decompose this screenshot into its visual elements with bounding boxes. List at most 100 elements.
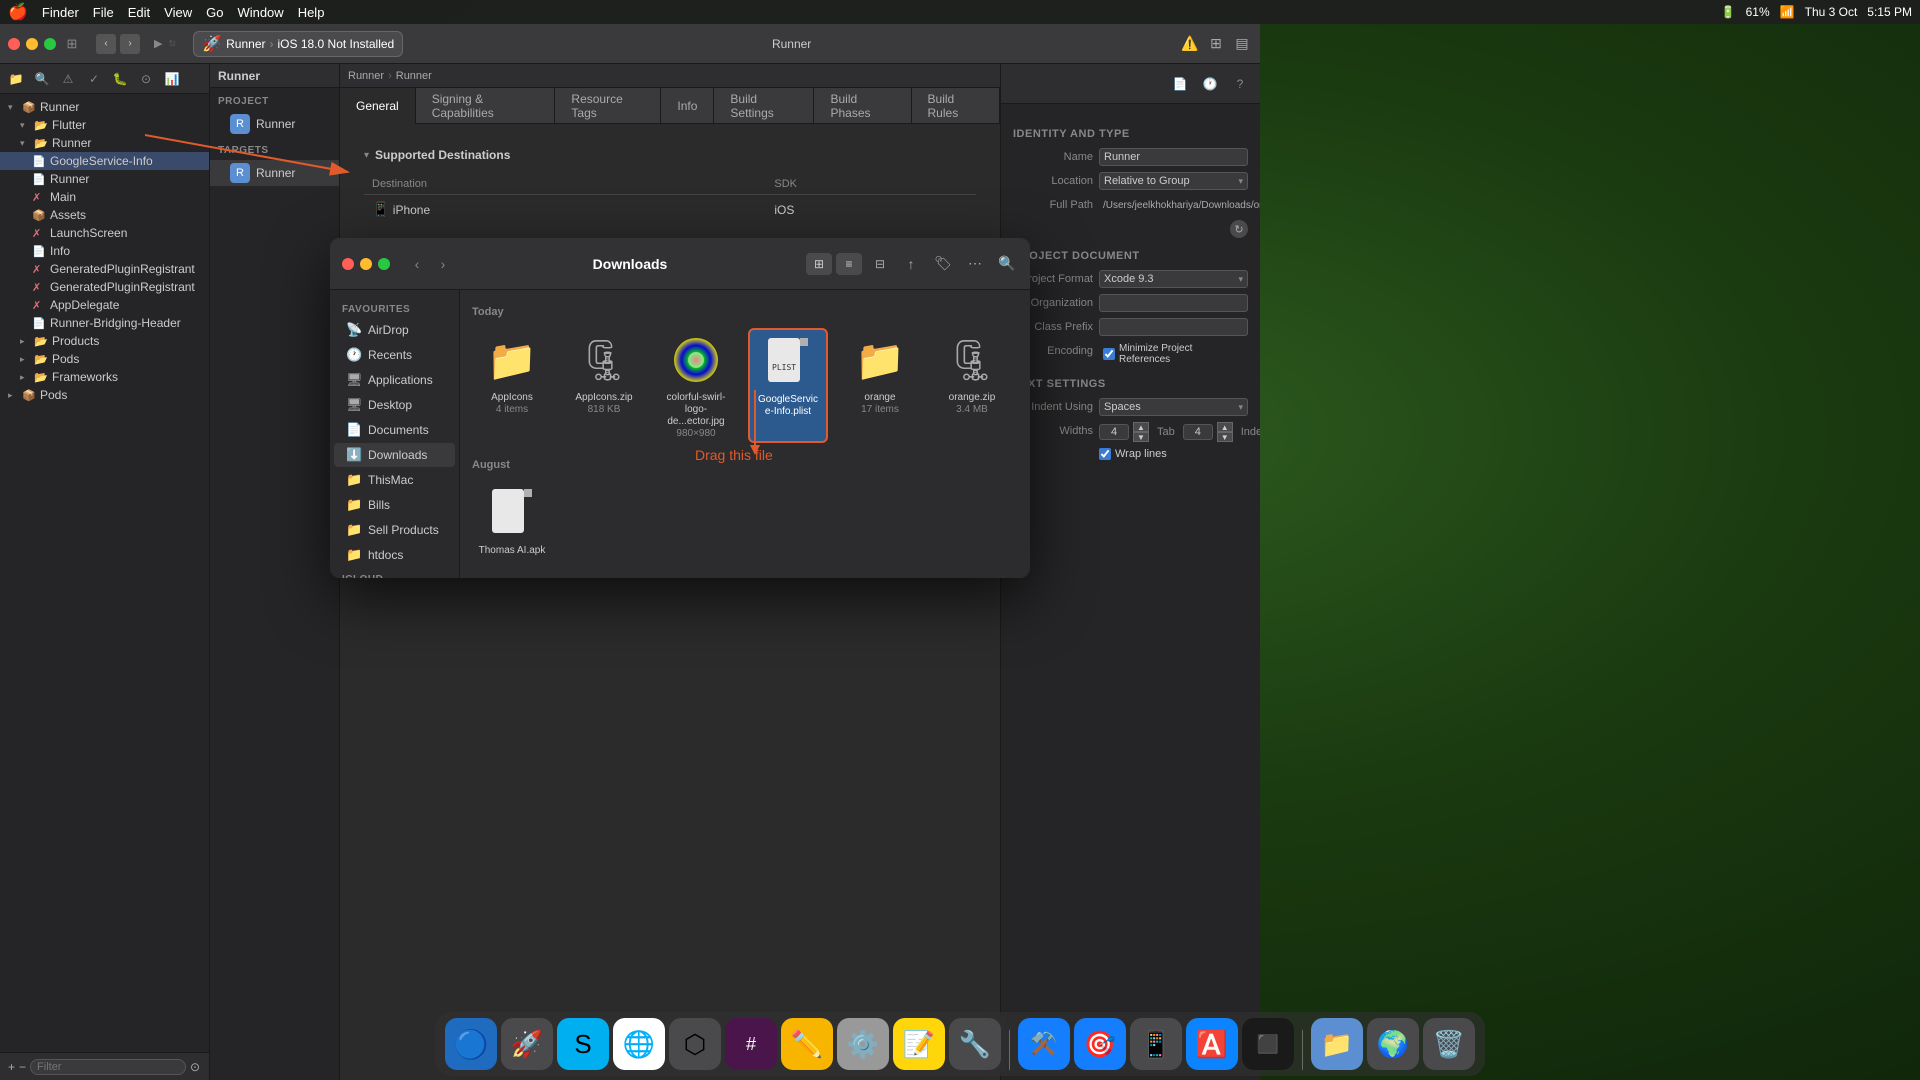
refresh-path-button[interactable]: ↻ bbox=[1230, 220, 1248, 238]
finder-fullscreen-button[interactable] bbox=[378, 258, 390, 270]
sidebar-item-htdocs[interactable]: 📁 htdocs bbox=[334, 543, 455, 567]
nav-debug-icon[interactable]: 🐛 bbox=[108, 67, 132, 91]
tab-info[interactable]: Info bbox=[661, 88, 714, 124]
indent-width-input[interactable]: 4 bbox=[1183, 424, 1213, 440]
inspector-format-dropdown[interactable]: Xcode 9.3 ▾ bbox=[1099, 270, 1248, 288]
fullscreen-button[interactable] bbox=[44, 38, 56, 50]
dock-slack[interactable]: # bbox=[725, 1018, 777, 1070]
dock-finder[interactable]: 🔵 bbox=[445, 1018, 497, 1070]
sidebar-item-thismac[interactable]: 📁 ThisMac bbox=[334, 468, 455, 492]
encoding-checkbox[interactable] bbox=[1103, 348, 1115, 360]
sidebar-item-sell-products[interactable]: 📁 Sell Products bbox=[334, 518, 455, 542]
dock-instruments[interactable]: 🎯 bbox=[1074, 1018, 1126, 1070]
file-thomas-apk[interactable]: Thomas AI.apk bbox=[472, 481, 552, 561]
dock-translate[interactable]: 🌍 bbox=[1367, 1018, 1419, 1070]
tree-products[interactable]: ▸ 📂 Products bbox=[0, 332, 209, 350]
file-googleservice[interactable]: PLIST GoogleService-Info.plist bbox=[748, 328, 828, 443]
tree-frameworks[interactable]: ▸ 📂 Frameworks bbox=[0, 368, 209, 386]
breadcrumb-runner[interactable]: Runner bbox=[348, 70, 384, 82]
dock-finder2[interactable]: 📁 bbox=[1311, 1018, 1363, 1070]
finder-search-button[interactable]: 🔍 bbox=[996, 253, 1018, 275]
scheme-selector[interactable]: 🚀 Runner › iOS 18.0 Not Installed bbox=[193, 31, 403, 57]
tree-pods[interactable]: ▸ 📂 Pods bbox=[0, 350, 209, 368]
remove-item-button[interactable]: − bbox=[19, 1057, 26, 1077]
tree-assets[interactable]: 📦 Assets bbox=[0, 206, 209, 224]
tab-width-input[interactable]: 4 bbox=[1099, 424, 1129, 440]
inspector-indent-using-dropdown[interactable]: Spaces ▾ bbox=[1099, 398, 1248, 416]
menu-view[interactable]: View bbox=[164, 5, 192, 20]
menu-help[interactable]: Help bbox=[298, 5, 325, 20]
dock-terminal[interactable]: ⬛ bbox=[1242, 1018, 1294, 1070]
tree-pods-root[interactable]: ▸ 📦 Pods bbox=[0, 386, 209, 404]
finder-close-button[interactable] bbox=[342, 258, 354, 270]
inspector-location-dropdown[interactable]: Relative to Group ▾ bbox=[1099, 172, 1248, 190]
close-button[interactable] bbox=[8, 38, 20, 50]
sidebar-item-bills[interactable]: 📁 Bills bbox=[334, 493, 455, 517]
wrap-lines-checkbox[interactable] bbox=[1099, 448, 1111, 460]
inspector-quick-help-icon[interactable]: ? bbox=[1228, 72, 1252, 96]
file-appicons-zip[interactable]: 🗜 AppIcons.zip 818 KB bbox=[564, 328, 644, 443]
add-item-button[interactable]: + bbox=[8, 1057, 15, 1077]
dock-trash[interactable]: 🗑️ bbox=[1423, 1018, 1475, 1070]
file-orange-zip[interactable]: 🗜 orange.zip 3.4 MB bbox=[932, 328, 1012, 443]
breadcrumb-runner2[interactable]: Runner bbox=[396, 70, 432, 82]
nav-reports-icon[interactable]: 📊 bbox=[160, 67, 184, 91]
tab-build-phases[interactable]: Build Phases bbox=[814, 88, 911, 124]
filter-input[interactable] bbox=[30, 1059, 186, 1075]
finder-minimize-button[interactable] bbox=[360, 258, 372, 270]
finder-forward-button[interactable]: › bbox=[432, 253, 454, 275]
nav-issues-icon[interactable]: ⚠ bbox=[56, 67, 80, 91]
filter-options-icon[interactable]: ⊙ bbox=[190, 1057, 200, 1077]
target-runner-item[interactable]: R Runner bbox=[210, 160, 339, 186]
tree-flutter[interactable]: ▾ 📂 Flutter bbox=[0, 116, 209, 134]
sidebar-item-downloads[interactable]: ⬇️ Downloads bbox=[334, 443, 455, 467]
inspector-name-value[interactable]: Runner bbox=[1099, 148, 1248, 166]
dock-utilities[interactable]: 🔧 bbox=[949, 1018, 1001, 1070]
nav-tests-icon[interactable]: ✓ bbox=[82, 67, 106, 91]
tag-button[interactable]: 🏷 bbox=[930, 253, 956, 275]
forward-button[interactable]: › bbox=[120, 34, 140, 54]
list-view-button[interactable]: ≡ bbox=[836, 253, 862, 275]
table-row[interactable]: 📱 iPhone iOS bbox=[364, 195, 976, 225]
dock-xcode[interactable]: ⚒️ bbox=[1018, 1018, 1070, 1070]
inspector-file-icon[interactable]: 📄 bbox=[1168, 72, 1192, 96]
indent-decrement-button[interactable]: ▼ bbox=[1217, 432, 1233, 442]
dock-sketch[interactable]: ✏️ bbox=[781, 1018, 833, 1070]
finder-back-button[interactable]: ‹ bbox=[406, 253, 428, 275]
dock-framer[interactable]: ⬡ bbox=[669, 1018, 721, 1070]
sidebar-item-desktop[interactable]: 🖥 Desktop bbox=[334, 393, 455, 417]
dock-notes[interactable]: 📝 bbox=[893, 1018, 945, 1070]
menu-edit[interactable]: Edit bbox=[128, 5, 150, 20]
dock-launchpad[interactable]: 🚀 bbox=[501, 1018, 553, 1070]
sidebar-item-applications[interactable]: 🖥 Applications bbox=[334, 368, 455, 392]
file-orange[interactable]: 📁 orange 17 items bbox=[840, 328, 920, 443]
menu-window[interactable]: Window bbox=[237, 5, 283, 20]
nav-breakpoints-icon[interactable]: ⊙ bbox=[134, 67, 158, 91]
tab-build-settings[interactable]: Build Settings bbox=[714, 88, 814, 124]
dock-simulator[interactable]: 📱 bbox=[1130, 1018, 1182, 1070]
file-swirl[interactable]: colorful-swirl-logo-de...ector.jpg 980×9… bbox=[656, 328, 736, 443]
sidebar-item-recents[interactable]: 🕐 Recents bbox=[334, 343, 455, 367]
more-options-button[interactable]: ⋯ bbox=[962, 253, 988, 275]
icon-view-button[interactable]: ⊞ bbox=[806, 253, 832, 275]
sidebar-item-airdrop[interactable]: 📡 AirDrop bbox=[334, 318, 455, 342]
tree-main[interactable]: ✗ Main bbox=[0, 188, 209, 206]
minimize-button[interactable] bbox=[26, 38, 38, 50]
menu-go[interactable]: Go bbox=[206, 5, 223, 20]
file-appicons[interactable]: 📁 AppIcons 4 items bbox=[472, 328, 552, 443]
sidebar-toggle-icon[interactable]: ⊞ bbox=[62, 34, 82, 54]
project-runner-item[interactable]: R Runner bbox=[210, 111, 339, 137]
back-button[interactable]: ‹ bbox=[96, 34, 116, 54]
tree-launchscreen[interactable]: ✗ LaunchScreen bbox=[0, 224, 209, 242]
tab-signing[interactable]: Signing & Capabilities bbox=[416, 88, 556, 124]
inspector-toggle-icon[interactable]: ▤ bbox=[1232, 34, 1252, 54]
inspector-org-value[interactable] bbox=[1099, 294, 1248, 312]
dock-skype[interactable]: S bbox=[557, 1018, 609, 1070]
indent-increment-button[interactable]: ▲ bbox=[1217, 422, 1233, 432]
view-options-button[interactable]: ⊟ bbox=[870, 254, 890, 274]
menu-file[interactable]: File bbox=[93, 5, 114, 20]
run-stop-btn[interactable]: ▶ ◾ bbox=[154, 37, 179, 50]
tree-generatedplugin1[interactable]: ✗ GeneratedPluginRegistrant bbox=[0, 260, 209, 278]
tab-decrement-button[interactable]: ▼ bbox=[1133, 432, 1149, 442]
menu-finder[interactable]: Finder bbox=[42, 5, 79, 20]
